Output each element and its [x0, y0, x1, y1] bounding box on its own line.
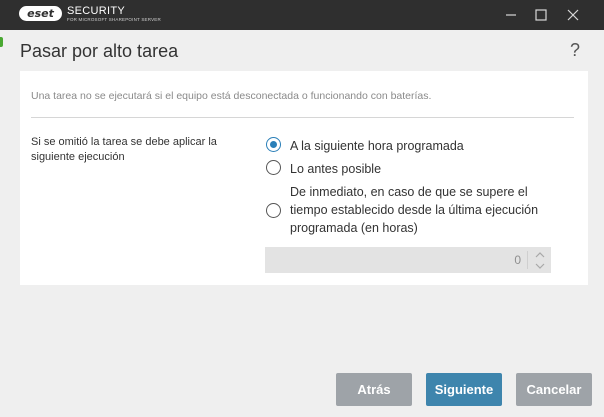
title-bar[interactable]: eset SECURITY FOR MICROSOFT SHAREPOINT S… — [0, 0, 604, 30]
maximize-button[interactable] — [526, 0, 556, 30]
product-subtitle: FOR MICROSOFT SHAREPOINT SERVER — [67, 17, 161, 22]
cancel-button[interactable]: Cancelar — [516, 373, 592, 406]
radio-label: A la siguiente hora programada — [290, 139, 464, 153]
radio-button-checked[interactable] — [266, 137, 281, 152]
radio-button[interactable] — [266, 202, 281, 218]
info-notice: Una tarea no se ejecutará si el equipo e… — [31, 90, 432, 102]
product-name: SECURITY — [67, 5, 126, 17]
radio-label: De inmediato, en caso de que se supere e… — [290, 185, 539, 235]
eset-logo: eset — [19, 6, 62, 21]
divider — [31, 117, 574, 118]
back-button[interactable]: Atrás — [336, 373, 412, 406]
help-icon[interactable]: ? — [567, 39, 583, 61]
hours-value: 0 — [514, 253, 521, 267]
skip-setting-label: Si se omitió la tarea se debe aplicar la… — [31, 136, 217, 163]
radio-button[interactable] — [266, 160, 281, 175]
stepper-up-button[interactable] — [533, 249, 547, 260]
maximize-icon — [535, 9, 547, 21]
radio-label: Lo antes posible — [290, 162, 382, 176]
chevron-down-icon — [535, 263, 545, 269]
minimize-button[interactable] — [496, 0, 526, 30]
close-icon — [567, 9, 579, 21]
accent-edge — [0, 37, 3, 47]
page-title: Pasar por alto tarea — [20, 41, 179, 61]
stepper-separator — [527, 251, 528, 269]
minimize-icon — [506, 14, 516, 16]
radio-immediately[interactable]: De inmediato, en caso de que se supere e… — [266, 183, 560, 237]
logo-text: eset — [27, 7, 54, 20]
radio-next-scheduled[interactable]: A la siguiente hora programada — [266, 137, 464, 155]
next-button[interactable]: Siguiente — [426, 373, 502, 406]
close-button[interactable] — [558, 0, 588, 30]
hours-stepper[interactable]: 0 — [265, 247, 551, 273]
radio-as-soon-as-possible[interactable]: Lo antes posible — [266, 160, 381, 178]
chevron-up-icon — [535, 251, 545, 257]
stepper-down-button[interactable] — [533, 260, 547, 271]
settings-panel: Una tarea no se ejecutará si el equipo e… — [20, 71, 588, 285]
dialog-window: eset SECURITY FOR MICROSOFT SHAREPOINT S… — [0, 0, 604, 417]
